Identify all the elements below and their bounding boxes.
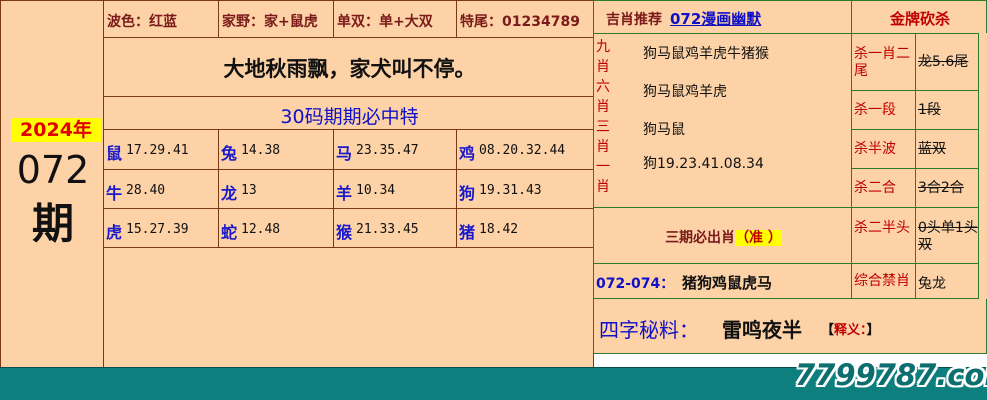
picks-labels: 九肖六肖三肖一肖 [596,39,610,195]
kill-value: 兔龙 [915,263,979,299]
zodiac-numbers: 12.48 [241,222,281,237]
zodiac-numbers: 18.42 [479,222,519,237]
zodiac-name: 龙 [221,184,238,203]
zodiac-cell: 猴 21.33.45 [333,208,457,248]
zodiac-cell: 猪 18.42 [456,208,594,248]
wave-color: 波色：红蓝 [103,0,219,38]
zodiac-cell: 狗 19.31.43 [456,169,594,209]
kill-label: 杀二半头 [851,207,916,264]
special-title: 30码期期必中特 [103,96,594,130]
kill-value: 龙5.6尾 [915,33,979,91]
zodiac-cell: 蛇 12.48 [218,208,334,248]
issue-year: 2024年 [11,118,101,142]
zodiac-numbers: 28.40 [126,183,166,198]
zodiac-name: 狗 [459,184,476,203]
zodiac-cell: 虎 15.27.39 [103,208,219,248]
zodiac-picks: 九肖六肖三肖一肖 狗马鼠鸡羊虎牛猪猴 狗马鼠鸡羊虎 狗马鼠 狗19.23.41.… [593,33,852,208]
zodiac-numbers: 08.20.32.44 [479,143,566,158]
zodiac-cell: 鼠 17.29.41 [103,129,219,170]
kill-value: 0头单1头双 [915,207,979,264]
kill-value: 1段 [915,90,979,130]
picks-three: 狗马鼠 [643,122,685,138]
picks-one: 狗19.23.41.08.34 [643,156,764,172]
four-char: 四字秘料： 雷鸣夜半 【释义：】 [593,298,987,354]
zodiac-name: 马 [336,144,353,163]
zodiac-name: 蛇 [221,223,238,242]
range-zodiacs: 072-074： 猪狗鸡鼠虎马 [593,263,852,299]
kill-label: 杀二合 [851,168,916,208]
kill-value: 3合2合 [915,168,979,208]
zodiac-numbers: 23.35.47 [356,143,419,158]
recommend-header: 吉肖推荐 072漫画幽默 [593,0,852,34]
three-period: 三期必出肖（准 ） [593,207,852,264]
watermark-logo: 7799787.com [795,358,987,392]
gold-kill-header: 金牌砍杀 [851,0,987,34]
wild-domestic: 家野：家+鼠虎 [218,0,334,38]
zodiac-numbers: 14.38 [241,143,281,158]
picks-nine: 狗马鼠鸡羊虎牛猪猴 [643,46,769,62]
kill-label: 综合禁肖 [851,263,916,299]
issue-number: 072 [16,148,90,192]
kill-value: 蓝双 [915,129,979,169]
zodiac-cell: 马 23.35.47 [333,129,457,170]
issue-panel: 2024年 072 期 [0,0,104,368]
kill-label: 杀一肖二尾 [851,33,916,91]
zodiac-name: 鸡 [459,144,476,163]
comic-link[interactable]: 072漫画幽默 [670,8,761,29]
kill-label: 杀半波 [851,129,916,169]
zodiac-numbers: 21.33.45 [356,222,419,237]
zodiac-name: 虎 [106,223,123,242]
kill-table-edge [978,33,987,299]
zodiac-name: 鼠 [106,144,123,163]
picks-six: 狗马鼠鸡羊虎 [643,84,727,100]
odd-even: 单双：单+大双 [333,0,457,38]
zodiac-name: 兔 [221,144,238,163]
zodiac-numbers: 19.31.43 [479,183,542,198]
zodiac-name: 牛 [106,184,123,203]
zodiac-numbers: 10.34 [356,183,396,198]
zodiac-cell: 羊 10.34 [333,169,457,209]
poem: 大地秋雨飘，家犬叫不停。 [103,37,594,97]
zodiac-name: 猴 [336,223,353,242]
grid-filler [103,247,594,368]
zodiac-cell: 鸡 08.20.32.44 [456,129,594,170]
zodiac-name: 羊 [336,184,353,203]
special-tail: 特尾：01234789 [456,0,594,38]
zodiac-numbers: 17.29.41 [126,143,189,158]
zodiac-name: 猪 [459,223,476,242]
zodiac-cell: 兔 14.38 [218,129,334,170]
issue-qi: 期 [31,199,74,248]
zodiac-cell: 龙 13 [218,169,334,209]
kill-label: 杀一段 [851,90,916,130]
zodiac-numbers: 15.27.39 [126,222,189,237]
zodiac-cell: 牛 28.40 [103,169,219,209]
zodiac-numbers: 13 [241,183,257,198]
